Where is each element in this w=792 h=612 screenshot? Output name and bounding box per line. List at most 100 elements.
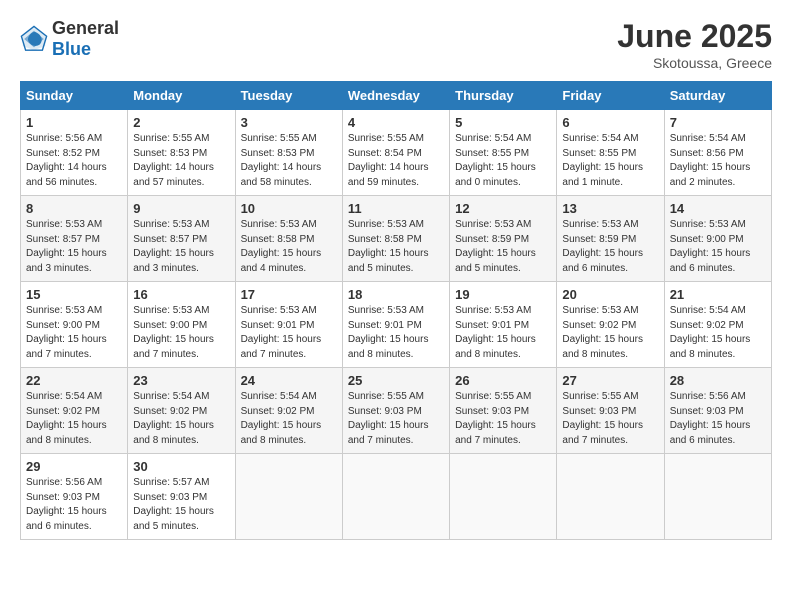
calendar-cell: 13Sunrise: 5:53 AM Sunset: 8:59 PM Dayli… xyxy=(557,196,664,282)
day-info: Sunrise: 5:54 AM Sunset: 9:02 PM Dayligh… xyxy=(133,390,229,448)
day-header-sunday: Sunday xyxy=(21,82,128,110)
calendar-cell: 5 Sunrise: 5:54 AM Sunset: 8:55 PM Daylig… xyxy=(450,110,557,196)
day-info: Sunrise: 5:57 AM Sunset: 9:03 PM Dayligh… xyxy=(133,476,229,534)
month-title: June 2025 xyxy=(617,18,772,55)
day-info: Sunrise: 5:56 AM Sunset: 9:03 PM Dayligh… xyxy=(26,476,122,534)
logo: General Blue xyxy=(20,18,119,60)
logo-blue: Blue xyxy=(52,39,91,59)
calendar-cell: 16 Sunrise: 5:53 AM Sunset: 9:00 PM Dayli… xyxy=(128,282,235,368)
day-header-wednesday: Wednesday xyxy=(342,82,449,110)
day-info: Sunrise: 5:54 AM Sunset: 8:55 PM Dayligh… xyxy=(455,132,551,190)
day-number: 19 xyxy=(455,287,551,302)
day-info: Sunrise: 5:54 AM Sunset: 9:02 PM Dayligh… xyxy=(241,390,337,448)
day-number: 28 xyxy=(670,373,766,388)
logo-general: General xyxy=(52,18,119,38)
day-number: 11 xyxy=(348,201,444,216)
calendar-week-2: 8 Sunrise: 5:53 AM Sunset: 8:57 PM Daylig… xyxy=(21,196,772,282)
day-number: 20 xyxy=(562,287,658,302)
calendar-cell xyxy=(342,454,449,540)
calendar-cell: 12 Sunrise: 5:53 AM Sunset: 8:59 PM Dayli… xyxy=(450,196,557,282)
day-number: 23 xyxy=(133,373,229,388)
calendar-week-4: 22 Sunrise: 5:54 AM Sunset: 9:02 PM Dayli… xyxy=(21,368,772,454)
day-number: 4 xyxy=(348,115,444,130)
calendar-cell: 8 Sunrise: 5:53 AM Sunset: 8:57 PM Daylig… xyxy=(21,196,128,282)
day-info: Sunrise: 5:56 AM Sunset: 9:03 PM Dayligh… xyxy=(670,390,766,448)
day-number: 2 xyxy=(133,115,229,130)
day-number: 18 xyxy=(348,287,444,302)
calendar-week-5: 29 Sunrise: 5:56 AM Sunset: 9:03 PM Dayli… xyxy=(21,454,772,540)
day-number: 27 xyxy=(562,373,658,388)
day-info: Sunrise: 5:54 AM Sunset: 9:02 PM Dayligh… xyxy=(670,304,766,362)
day-info: Sunrise: 5:53 AM Sunset: 8:59 PM Dayligh… xyxy=(562,218,658,276)
day-header-saturday: Saturday xyxy=(664,82,771,110)
day-number: 24 xyxy=(241,373,337,388)
day-info: Sunrise: 5:54 AM Sunset: 9:02 PM Dayligh… xyxy=(26,390,122,448)
day-number: 17 xyxy=(241,287,337,302)
day-info: Sunrise: 5:55 AM Sunset: 8:53 PM Dayligh… xyxy=(133,132,229,190)
calendar-cell xyxy=(557,454,664,540)
calendar-cell: 22 Sunrise: 5:54 AM Sunset: 9:02 PM Dayli… xyxy=(21,368,128,454)
day-header-friday: Friday xyxy=(557,82,664,110)
day-info: Sunrise: 5:53 AM Sunset: 9:00 PM Dayligh… xyxy=(133,304,229,362)
calendar-cell: 19 Sunrise: 5:53 AM Sunset: 9:01 PM Dayli… xyxy=(450,282,557,368)
day-header-monday: Monday xyxy=(128,82,235,110)
calendar-cell: 11 Sunrise: 5:53 AM Sunset: 8:58 PM Dayli… xyxy=(342,196,449,282)
day-header-tuesday: Tuesday xyxy=(235,82,342,110)
day-info: Sunrise: 5:55 AM Sunset: 9:03 PM Dayligh… xyxy=(455,390,551,448)
day-info: Sunrise: 5:53 AM Sunset: 9:01 PM Dayligh… xyxy=(455,304,551,362)
calendar-cell: 23 Sunrise: 5:54 AM Sunset: 9:02 PM Dayli… xyxy=(128,368,235,454)
calendar-cell: 17Sunrise: 5:53 AM Sunset: 9:01 PM Dayli… xyxy=(235,282,342,368)
day-info: Sunrise: 5:55 AM Sunset: 8:53 PM Dayligh… xyxy=(241,132,337,190)
day-number: 6 xyxy=(562,115,658,130)
day-info: Sunrise: 5:53 AM Sunset: 9:00 PM Dayligh… xyxy=(26,304,122,362)
calendar-cell: 18 Sunrise: 5:53 AM Sunset: 9:01 PM Dayli… xyxy=(342,282,449,368)
day-number: 7 xyxy=(670,115,766,130)
day-info: Sunrise: 5:53 AM Sunset: 9:01 PM Dayligh… xyxy=(348,304,444,362)
calendar-cell: 24 Sunrise: 5:54 AM Sunset: 9:02 PM Dayli… xyxy=(235,368,342,454)
day-number: 9 xyxy=(133,201,229,216)
calendar-cell: 21 Sunrise: 5:54 AM Sunset: 9:02 PM Dayli… xyxy=(664,282,771,368)
logo-text: General Blue xyxy=(52,18,119,60)
day-info: Sunrise: 5:55 AM Sunset: 9:03 PM Dayligh… xyxy=(348,390,444,448)
day-info: Sunrise: 5:54 AM Sunset: 8:56 PM Dayligh… xyxy=(670,132,766,190)
day-info: Sunrise: 5:53 AM Sunset: 8:58 PM Dayligh… xyxy=(348,218,444,276)
day-number: 26 xyxy=(455,373,551,388)
day-info: Sunrise: 5:53 AM Sunset: 8:59 PM Dayligh… xyxy=(455,218,551,276)
calendar-cell: 2 Sunrise: 5:55 AM Sunset: 8:53 PM Daylig… xyxy=(128,110,235,196)
calendar-week-3: 15 Sunrise: 5:53 AM Sunset: 9:00 PM Dayli… xyxy=(21,282,772,368)
title-block: June 2025 Skotoussa, Greece xyxy=(617,18,772,71)
day-number: 1 xyxy=(26,115,122,130)
day-number: 21 xyxy=(670,287,766,302)
calendar-cell: 14 Sunrise: 5:53 AM Sunset: 9:00 PM Dayli… xyxy=(664,196,771,282)
day-number: 30 xyxy=(133,459,229,474)
day-info: Sunrise: 5:53 AM Sunset: 9:00 PM Dayligh… xyxy=(670,218,766,276)
calendar-cell: 9Sunrise: 5:53 AM Sunset: 8:57 PM Daylig… xyxy=(128,196,235,282)
calendar-cell: 6 Sunrise: 5:54 AM Sunset: 8:55 PM Daylig… xyxy=(557,110,664,196)
calendar-cell: 28 Sunrise: 5:56 AM Sunset: 9:03 PM Dayli… xyxy=(664,368,771,454)
calendar-cell: 10Sunrise: 5:53 AM Sunset: 8:58 PM Dayli… xyxy=(235,196,342,282)
calendar-cell: 20Sunrise: 5:53 AM Sunset: 9:02 PM Dayli… xyxy=(557,282,664,368)
calendar-cell: 7 Sunrise: 5:54 AM Sunset: 8:56 PM Daylig… xyxy=(664,110,771,196)
day-number: 8 xyxy=(26,201,122,216)
day-number: 15 xyxy=(26,287,122,302)
day-number: 5 xyxy=(455,115,551,130)
logo-icon xyxy=(20,25,48,53)
day-number: 14 xyxy=(670,201,766,216)
calendar-cell: 27 Sunrise: 5:55 AM Sunset: 9:03 PM Dayli… xyxy=(557,368,664,454)
day-number: 16 xyxy=(133,287,229,302)
day-info: Sunrise: 5:54 AM Sunset: 8:55 PM Dayligh… xyxy=(562,132,658,190)
day-number: 29 xyxy=(26,459,122,474)
calendar-cell xyxy=(664,454,771,540)
calendar-header-row: SundayMondayTuesdayWednesdayThursdayFrid… xyxy=(21,82,772,110)
calendar-cell xyxy=(450,454,557,540)
day-number: 12 xyxy=(455,201,551,216)
day-info: Sunrise: 5:55 AM Sunset: 9:03 PM Dayligh… xyxy=(562,390,658,448)
day-info: Sunrise: 5:53 AM Sunset: 8:57 PM Dayligh… xyxy=(26,218,122,276)
calendar-cell: 26 Sunrise: 5:55 AM Sunset: 9:03 PM Dayli… xyxy=(450,368,557,454)
calendar-week-1: 1 Sunrise: 5:56 AM Sunset: 8:52 PM Daylig… xyxy=(21,110,772,196)
calendar-cell: 1 Sunrise: 5:56 AM Sunset: 8:52 PM Daylig… xyxy=(21,110,128,196)
day-number: 22 xyxy=(26,373,122,388)
day-info: Sunrise: 5:56 AM Sunset: 8:52 PM Dayligh… xyxy=(26,132,122,190)
day-number: 3 xyxy=(241,115,337,130)
day-info: Sunrise: 5:53 AM Sunset: 8:58 PM Dayligh… xyxy=(241,218,337,276)
